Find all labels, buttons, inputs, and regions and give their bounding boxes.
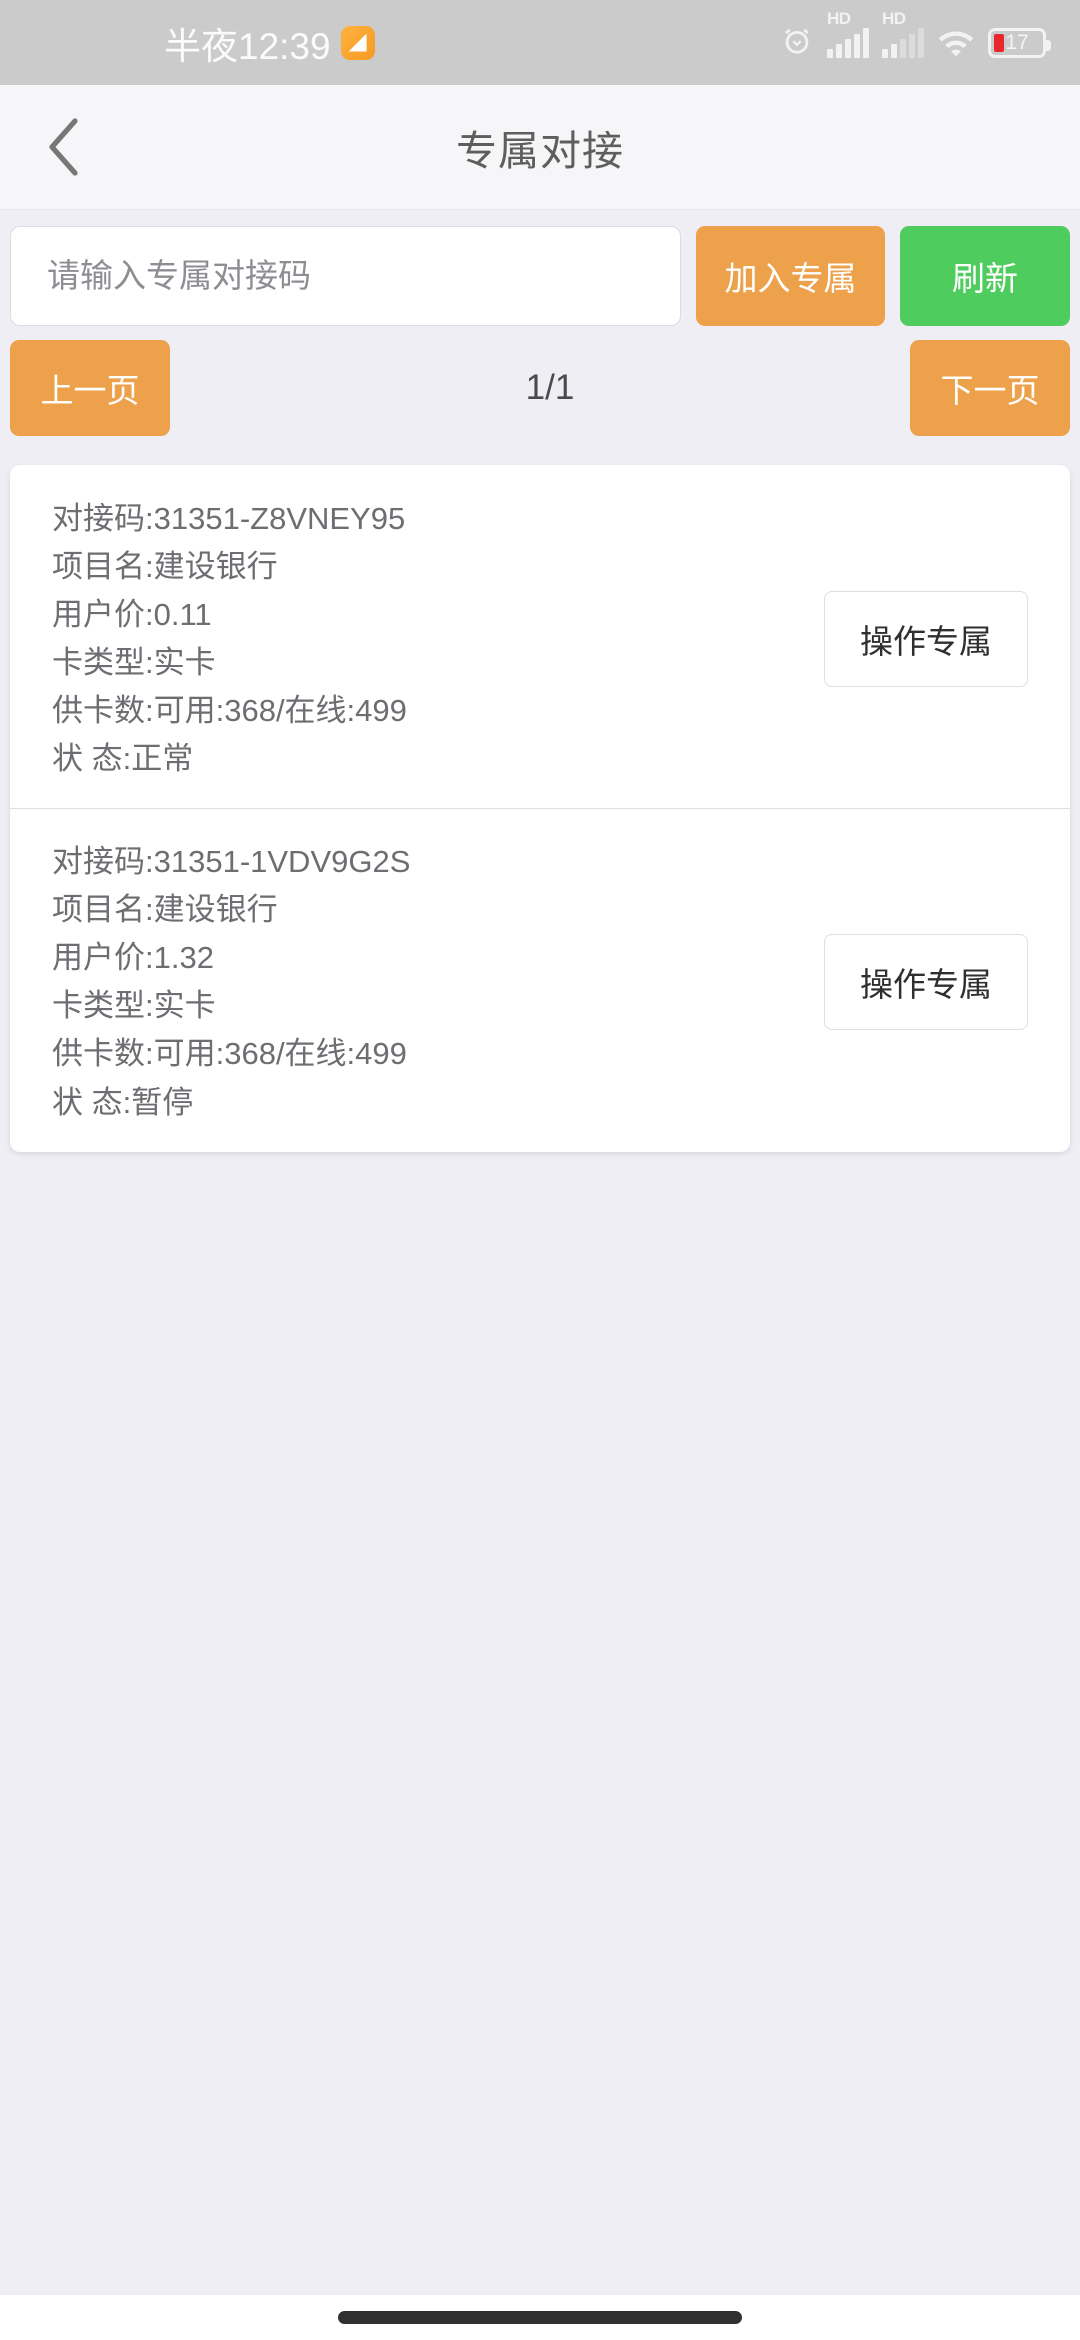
field-card-type: 卡类型:实卡 (52, 645, 216, 681)
back-chevron-icon[interactable] (28, 112, 98, 182)
field-supply: 供卡数:可用:368/在线:499 (52, 1036, 407, 1072)
list-item[interactable]: 对接码:31351-1VDV9G2S 项目名:建设银行 用户价:1.32 卡类型… (10, 808, 1070, 1151)
app-header: 专属对接 (0, 85, 1080, 210)
next-page-button[interactable]: 下一页 (910, 340, 1070, 436)
item-fields: 对接码:31351-Z8VNEY95 项目名:建设银行 用户价:0.11 卡类型… (52, 499, 824, 778)
field-supply: 供卡数:可用:368/在线:499 (52, 693, 407, 729)
field-status: 状 态:正常 (52, 741, 194, 777)
field-price: 用户价:1.32 (52, 940, 214, 976)
field-code: 对接码:31351-1VDV9G2S (52, 844, 411, 880)
home-gesture-pill[interactable] (338, 2311, 742, 2324)
exclusive-list-card: 对接码:31351-Z8VNEY95 项目名:建设银行 用户价:0.11 卡类型… (10, 465, 1070, 1152)
refresh-button[interactable]: 刷新 (900, 226, 1070, 326)
field-card-type: 卡类型:实卡 (52, 988, 216, 1024)
field-code: 对接码:31351-Z8VNEY95 (52, 501, 406, 536)
exclusive-code-input[interactable] (10, 226, 681, 326)
field-status: 状 态:暂停 (52, 1084, 194, 1120)
search-row: 加入专属 刷新 (0, 210, 1080, 326)
signal-bars-icon: HD (827, 9, 869, 58)
phone-screen: 半夜12:39 HD HD 17 专属对接 请输入专属对接码 加入专属 刷新 上… (0, 0, 1080, 2340)
join-exclusive-button[interactable]: 加入专属 (696, 226, 885, 326)
system-nav-bar (0, 2295, 1080, 2340)
battery-percent: 17 (1005, 30, 1029, 54)
status-bar-right: HD HD 17 (780, 9, 1051, 60)
status-time: 半夜12:39 (164, 25, 331, 67)
wifi-icon (937, 28, 975, 58)
field-price: 用户价:0.11 (52, 597, 212, 633)
hd-label: HD (827, 8, 851, 28)
list-item[interactable]: 对接码:31351-Z8VNEY95 项目名:建设银行 用户价:0.11 卡类型… (10, 465, 1070, 808)
status-bar-left: 半夜12:39 (164, 16, 375, 70)
signal-bars-weak-icon: HD (882, 9, 924, 58)
page-indicator: 1/1 (525, 368, 575, 407)
operate-exclusive-button[interactable]: 操作专属 (824, 933, 1028, 1030)
operate-exclusive-button[interactable]: 操作专属 (824, 590, 1028, 687)
hd-label-2: HD (882, 8, 906, 28)
prev-page-button[interactable]: 上一页 (10, 340, 170, 436)
page-title: 专属对接 (456, 128, 624, 174)
field-project: 项目名:建设银行 (52, 549, 278, 585)
battery-icon: 17 (988, 27, 1051, 58)
field-project: 项目名:建设银行 (52, 892, 278, 928)
app-badge-icon (340, 25, 375, 60)
pagination-row: 上一页 1/1 下一页 (0, 326, 1080, 436)
item-fields: 对接码:31351-1VDV9G2S 项目名:建设银行 用户价:1.32 卡类型… (52, 842, 824, 1121)
status-bar: 半夜12:39 HD HD 17 (0, 0, 1080, 85)
alarm-clock-icon (780, 26, 814, 60)
